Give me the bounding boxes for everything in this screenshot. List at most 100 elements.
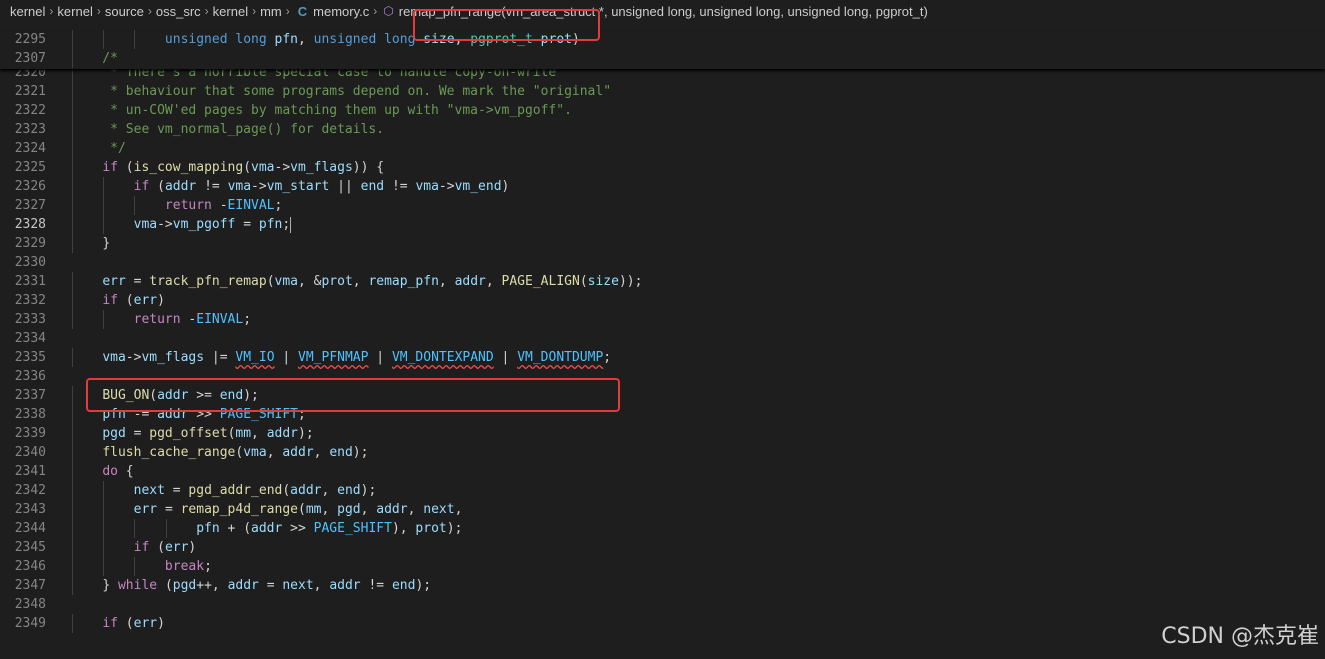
code-line[interactable]: 2307 /* <box>0 49 1325 68</box>
breadcrumb-file[interactable]: memory.c <box>311 4 371 19</box>
code-line[interactable]: 2349 if (err) <box>0 614 1325 633</box>
code-line[interactable]: 2347 } while (pgd++, addr = next, addr !… <box>0 576 1325 595</box>
code-text: break; <box>164 559 212 574</box>
code-line[interactable]: 2348 <box>0 595 1325 614</box>
code-text: * behaviour that some programs depend on… <box>71 84 612 99</box>
code-text: return -EINVAL; <box>164 198 283 213</box>
code-line[interactable]: 2323 * See vm_normal_page() for details. <box>0 120 1325 139</box>
line-number: 2338 <box>14 407 46 422</box>
line-number: 2335 <box>14 350 46 365</box>
code-line[interactable]: 2325 if (is_cow_mapping(vma->vm_flags)) … <box>0 158 1325 177</box>
line-number: 2322 <box>14 103 46 118</box>
line-number: 2346 <box>14 559 46 574</box>
code-line[interactable]: 2340 flush_cache_range(vma, addr, end); <box>0 443 1325 462</box>
chevron-right-icon: › <box>252 4 257 18</box>
line-number: 2295 <box>14 32 46 47</box>
code-line[interactable]: 2333 return -EINVAL; <box>0 310 1325 329</box>
code-text: do { <box>102 464 134 479</box>
chevron-right-icon: › <box>96 4 101 18</box>
chevron-right-icon: › <box>49 4 54 18</box>
line-number: 2349 <box>14 616 46 631</box>
code-line[interactable]: 2339 pgd = pgd_offset(mm, addr); <box>0 424 1325 443</box>
code-line[interactable]: 2329 } <box>0 234 1325 253</box>
line-number: 2328 <box>14 217 46 232</box>
line-number: 2307 <box>14 51 46 66</box>
line-number: 2321 <box>14 84 46 99</box>
breadcrumb-item[interactable]: source <box>103 4 146 19</box>
code-text: vma->vm_flags |= VM_IO | VM_PFNMAP | VM_… <box>102 350 612 365</box>
code-text: err = track_pfn_remap(vma, &prot, remap_… <box>102 274 643 289</box>
line-number: 2341 <box>14 464 46 479</box>
annotation-box-function-signature <box>413 9 600 41</box>
line-number: 2348 <box>14 597 46 612</box>
code-editor[interactable]: 2318 * Omit vma from core dump, even whe… <box>0 31 1325 659</box>
line-number: 2339 <box>14 426 46 441</box>
code-text: if (err) <box>102 616 165 631</box>
chevron-right-icon: › <box>147 4 152 18</box>
line-number: 2344 <box>14 521 46 536</box>
line-number: 2331 <box>14 274 46 289</box>
code-text: if (err) <box>102 293 165 308</box>
code-line[interactable]: 2344 pfn + (addr >> PAGE_SHIFT), prot); <box>0 519 1325 538</box>
code-line[interactable]: 2331 err = track_pfn_remap(vma, &prot, r… <box>0 272 1325 291</box>
code-text: next = pgd_addr_end(addr, end); <box>133 483 377 498</box>
breadcrumb: kernel › kernel › source › oss_src › kernel › mm › C… <box>0 0 1325 22</box>
line-number: 2326 <box>14 179 46 194</box>
chevron-right-icon: › <box>373 4 378 18</box>
code-text: pgd = pgd_offset(mm, addr); <box>102 426 314 441</box>
code-text: if (addr != vma->vm_start || end != vma-… <box>133 179 510 194</box>
line-number: 2332 <box>14 293 46 308</box>
code-line[interactable]: 2322 * un-COW'ed pages by matching them … <box>0 101 1325 120</box>
code-line[interactable]: 2326 if (addr != vma->vm_start || end !=… <box>0 177 1325 196</box>
breadcrumb-item[interactable]: mm <box>258 4 284 19</box>
code-line[interactable]: 2324 */ <box>0 139 1325 158</box>
code-line[interactable]: 2341 do { <box>0 462 1325 481</box>
code-line[interactable]: 2332 if (err) <box>0 291 1325 310</box>
code-text: * un-COW'ed pages by matching them up wi… <box>71 103 572 118</box>
code-text: err = remap_p4d_range(mm, pgd, addr, nex… <box>133 502 463 517</box>
breadcrumb-item[interactable]: kernel <box>8 4 47 19</box>
line-number: 2325 <box>14 160 46 175</box>
function-symbol-icon: ⬡ <box>383 4 394 18</box>
breadcrumb-item[interactable]: oss_src <box>154 4 203 19</box>
code-line[interactable]: 2295 unsigned long pfn, unsigned long si… <box>0 30 1325 49</box>
code-line[interactable]: 2330 <box>0 253 1325 272</box>
code-line[interactable]: 2345 if (err) <box>0 538 1325 557</box>
code-text: */ <box>71 141 126 156</box>
code-text: /* <box>71 51 118 66</box>
line-number: 2334 <box>14 331 46 346</box>
code-line[interactable]: 2346 break; <box>0 557 1325 576</box>
annotation-box-vm-flags-line <box>86 378 620 412</box>
line-number: 2324 <box>14 141 46 156</box>
code-line[interactable]: 2327 return -EINVAL; <box>0 196 1325 215</box>
line-number: 2340 <box>14 445 46 460</box>
c-file-icon: C <box>297 3 308 19</box>
code-text: } while (pgd++, addr = next, addr != end… <box>102 578 432 593</box>
line-number: 2342 <box>14 483 46 498</box>
code-line[interactable]: 2321 * behaviour that some programs depe… <box>0 82 1325 101</box>
code-text: * See vm_normal_page() for details. <box>71 122 385 137</box>
code-text: vma->vm_pgoff = pfn; <box>133 216 292 233</box>
code-text: if (is_cow_mapping(vma->vm_flags)) { <box>102 160 385 175</box>
line-number: 2347 <box>14 578 46 593</box>
line-number: 2327 <box>14 198 46 213</box>
breadcrumb-item[interactable]: kernel <box>55 4 94 19</box>
code-line[interactable]: 2343 err = remap_p4d_range(mm, pgd, addr… <box>0 500 1325 519</box>
line-number: 2337 <box>14 388 46 403</box>
code-line[interactable]: 2334 <box>0 329 1325 348</box>
watermark: CSDN @杰克崔 <box>1161 624 1319 649</box>
code-text: return -EINVAL; <box>133 312 252 327</box>
chevron-right-icon: › <box>204 4 209 18</box>
line-number: 2330 <box>14 255 46 270</box>
code-line[interactable]: 2342 next = pgd_addr_end(addr, end); <box>0 481 1325 500</box>
code-text: if (err) <box>133 540 197 555</box>
chevron-right-icon: › <box>285 4 290 18</box>
code-line[interactable]: 2335 vma->vm_flags |= VM_IO | VM_PFNMAP … <box>0 348 1325 367</box>
breadcrumb-item[interactable]: kernel <box>211 4 250 19</box>
code-text: pfn + (addr >> PAGE_SHIFT), prot); <box>196 521 463 536</box>
line-number: 2333 <box>14 312 46 327</box>
sticky-scroll-header[interactable]: 2295 unsigned long pfn, unsigned long si… <box>0 30 1325 69</box>
code-line[interactable]: 2328 vma->vm_pgoff = pfn; <box>0 215 1325 234</box>
line-number: 2323 <box>14 122 46 137</box>
line-number: 2345 <box>14 540 46 555</box>
